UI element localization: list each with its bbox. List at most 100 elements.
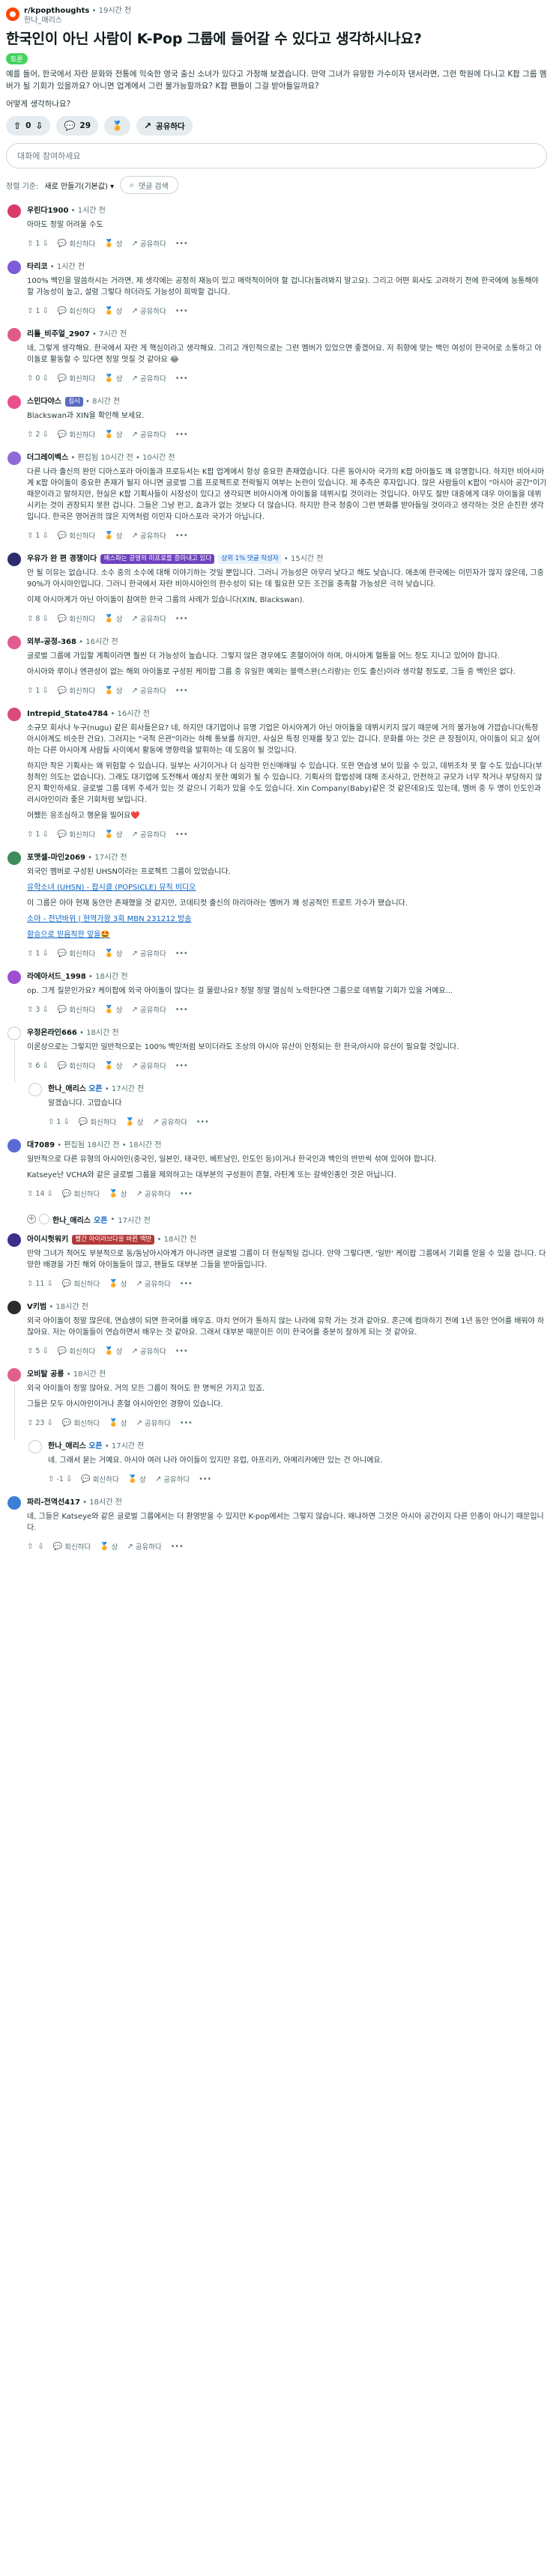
upvote-icon[interactable]: ⇧	[27, 1190, 33, 1198]
reply-button[interactable]: 💬 회신하다	[58, 373, 95, 384]
downvote-icon[interactable]: ⇩	[46, 1419, 52, 1427]
reply-button[interactable]: 💬 회신하다	[58, 429, 95, 440]
downvote-icon[interactable]: ⇩	[42, 830, 48, 839]
comment-link[interactable]: 소아 - 전년바위 | 현역가왕 3회 MBN 231212 방송	[27, 915, 192, 923]
share-button[interactable]: ↗ 공유하다	[131, 429, 166, 440]
award-button[interactable]: 🏅 상	[128, 1474, 146, 1485]
avatar[interactable]	[7, 1027, 21, 1040]
sort-dropdown[interactable]: 새로 만들기(기본값) ▾	[44, 180, 114, 191]
comment-author[interactable]: 우린다1900	[27, 207, 68, 215]
comment-author[interactable]: 타리코	[27, 263, 48, 271]
comment-author[interactable]: 스민다야스	[27, 398, 61, 406]
share-button[interactable]: ↗ 공유하다	[127, 1541, 161, 1552]
comment-link[interactable]: 유학소녀 (UHSN) - 팝시클 (POPSICLE) 뮤직 비디오	[27, 884, 196, 892]
share-button[interactable]: ↗ 공유하다	[136, 1278, 171, 1289]
award-button[interactable]: 🏅 상	[104, 948, 122, 959]
upvote-icon[interactable]: ⇧	[27, 1062, 33, 1070]
award-button[interactable]: 🏅 상	[125, 1117, 143, 1128]
reply-button[interactable]: 💬 회신하다	[58, 1060, 95, 1072]
downvote-icon[interactable]: ⇩	[46, 1190, 52, 1198]
upvote-icon[interactable]: ⇧	[27, 830, 33, 839]
downvote-icon[interactable]: ⇩	[42, 431, 48, 439]
upvote-icon[interactable]: ⇧	[27, 374, 33, 383]
avatar[interactable]	[7, 970, 21, 984]
reply-button[interactable]: 💬 회신하다	[58, 530, 95, 541]
more-options-button[interactable]: •••	[175, 374, 188, 383]
share-button[interactable]: ↗ 공유하다	[131, 685, 166, 696]
reply-button[interactable]: 💬 회신하다	[62, 1418, 100, 1429]
downvote-icon[interactable]: ⇩	[37, 1543, 43, 1551]
downvote-icon[interactable]: ⇩	[42, 532, 48, 540]
avatar[interactable]	[7, 395, 21, 409]
downvote-icon[interactable]: ⇩	[46, 1280, 52, 1288]
share-button[interactable]: ↗ 공유하다	[131, 829, 166, 840]
comment-author[interactable]: V키범	[27, 1303, 46, 1311]
avatar[interactable]	[7, 1139, 21, 1152]
downvote-icon[interactable]: ⇩	[42, 240, 48, 248]
reply-button[interactable]: 💬 회신하다	[81, 1474, 118, 1485]
award-button[interactable]: 🏅 상	[104, 829, 122, 840]
award-button[interactable]: 🏅 상	[109, 1278, 127, 1289]
downvote-icon[interactable]: ⇩	[42, 1062, 48, 1070]
reply-button[interactable]: 💬 회신하다	[58, 829, 95, 840]
upvote-icon[interactable]: ⇧	[27, 1347, 33, 1355]
award-button[interactable]: 🏅 상	[104, 613, 122, 625]
comment-link[interactable]: 함승으로 믿음직한 앞을🤩	[27, 931, 110, 939]
share-button[interactable]: ↗ 공유하다	[131, 238, 166, 249]
comment-author[interactable]: 우정온라인666	[27, 1029, 77, 1037]
more-options-button[interactable]: •••	[175, 687, 188, 695]
share-button[interactable]: ↗ 공유하다	[131, 1004, 166, 1015]
reply-button[interactable]: 💬 회신하다	[62, 1188, 100, 1200]
award-button[interactable]: 🏅 상	[104, 1060, 122, 1072]
award-button[interactable]: 🏅 상	[104, 685, 122, 696]
avatar[interactable]	[28, 1083, 42, 1096]
comment-search[interactable]: ⌕ 댓글 검색	[120, 176, 178, 194]
reply-button[interactable]: 💬 회신하다	[58, 948, 95, 959]
comments-button[interactable]: 💬 29	[56, 116, 99, 136]
upvote-icon[interactable]: ⇧	[27, 307, 33, 315]
share-button[interactable]: ↗ 공유하다	[131, 1060, 166, 1072]
more-options-button[interactable]: •••	[175, 431, 188, 439]
comment-author[interactable]: 더그레이벡스	[27, 454, 68, 462]
comment-author[interactable]: 리톨_비주얼_2907	[27, 330, 90, 338]
upvote-icon[interactable]: ⇧	[27, 1543, 33, 1551]
more-options-button[interactable]: •••	[175, 307, 188, 315]
comment-author[interactable]: 우유가 완 편 경쟁이다	[27, 555, 97, 563]
share-button[interactable]: ↗ 공유하다	[131, 530, 166, 541]
comment-author[interactable]: 오비탈 공릉	[27, 1370, 64, 1379]
avatar[interactable]	[7, 1233, 21, 1247]
award-button[interactable]: 🏅	[104, 116, 130, 136]
upvote-icon[interactable]: ⇧	[27, 532, 33, 540]
award-button[interactable]: 🏅 상	[104, 1346, 122, 1357]
comment-author[interactable]: 한나_애리스	[48, 1442, 86, 1450]
downvote-icon[interactable]: ⇩	[42, 687, 48, 695]
collapsed-reply[interactable]: + 한나_애리스 오픈 • 17시간 전	[27, 1211, 547, 1227]
award-button[interactable]: 🏅 상	[104, 1004, 122, 1015]
upvote-icon[interactable]: ⇧	[48, 1118, 54, 1126]
upvote-icon[interactable]: ⇧	[27, 950, 33, 958]
upvote-icon[interactable]: ⇧	[27, 615, 33, 623]
reply-button[interactable]: 💬 회신하다	[58, 1346, 95, 1357]
upvote-icon[interactable]: ⇧	[27, 431, 33, 439]
share-button[interactable]: ↗ 공유하다	[136, 116, 193, 136]
avatar[interactable]	[7, 1496, 21, 1510]
share-button[interactable]: ↗ 공유하다	[131, 306, 166, 317]
downvote-icon[interactable]: ⇩	[42, 1006, 48, 1014]
comment-author[interactable]: 라에아서드_1998	[27, 973, 86, 981]
avatar[interactable]	[28, 1440, 42, 1453]
avatar[interactable]	[7, 1368, 21, 1382]
thread-line[interactable]	[13, 1042, 15, 1083]
reply-button[interactable]: 💬 회신하다	[58, 306, 95, 317]
award-button[interactable]: 🏅 상	[104, 306, 122, 317]
thread-line[interactable]	[13, 1384, 15, 1440]
subreddit-icon[interactable]	[6, 7, 19, 21]
post-author[interactable]: 한나_애리스	[24, 16, 131, 25]
more-options-button[interactable]: •••	[175, 532, 188, 540]
avatar[interactable]	[7, 1301, 21, 1314]
more-options-button[interactable]: •••	[175, 240, 188, 248]
avatar[interactable]	[7, 452, 21, 465]
more-options-button[interactable]: •••	[171, 1543, 184, 1551]
more-options-button[interactable]: •••	[175, 830, 188, 839]
share-button[interactable]: ↗ 공유하다	[155, 1474, 190, 1485]
award-button[interactable]: 🏅 상	[104, 238, 122, 249]
